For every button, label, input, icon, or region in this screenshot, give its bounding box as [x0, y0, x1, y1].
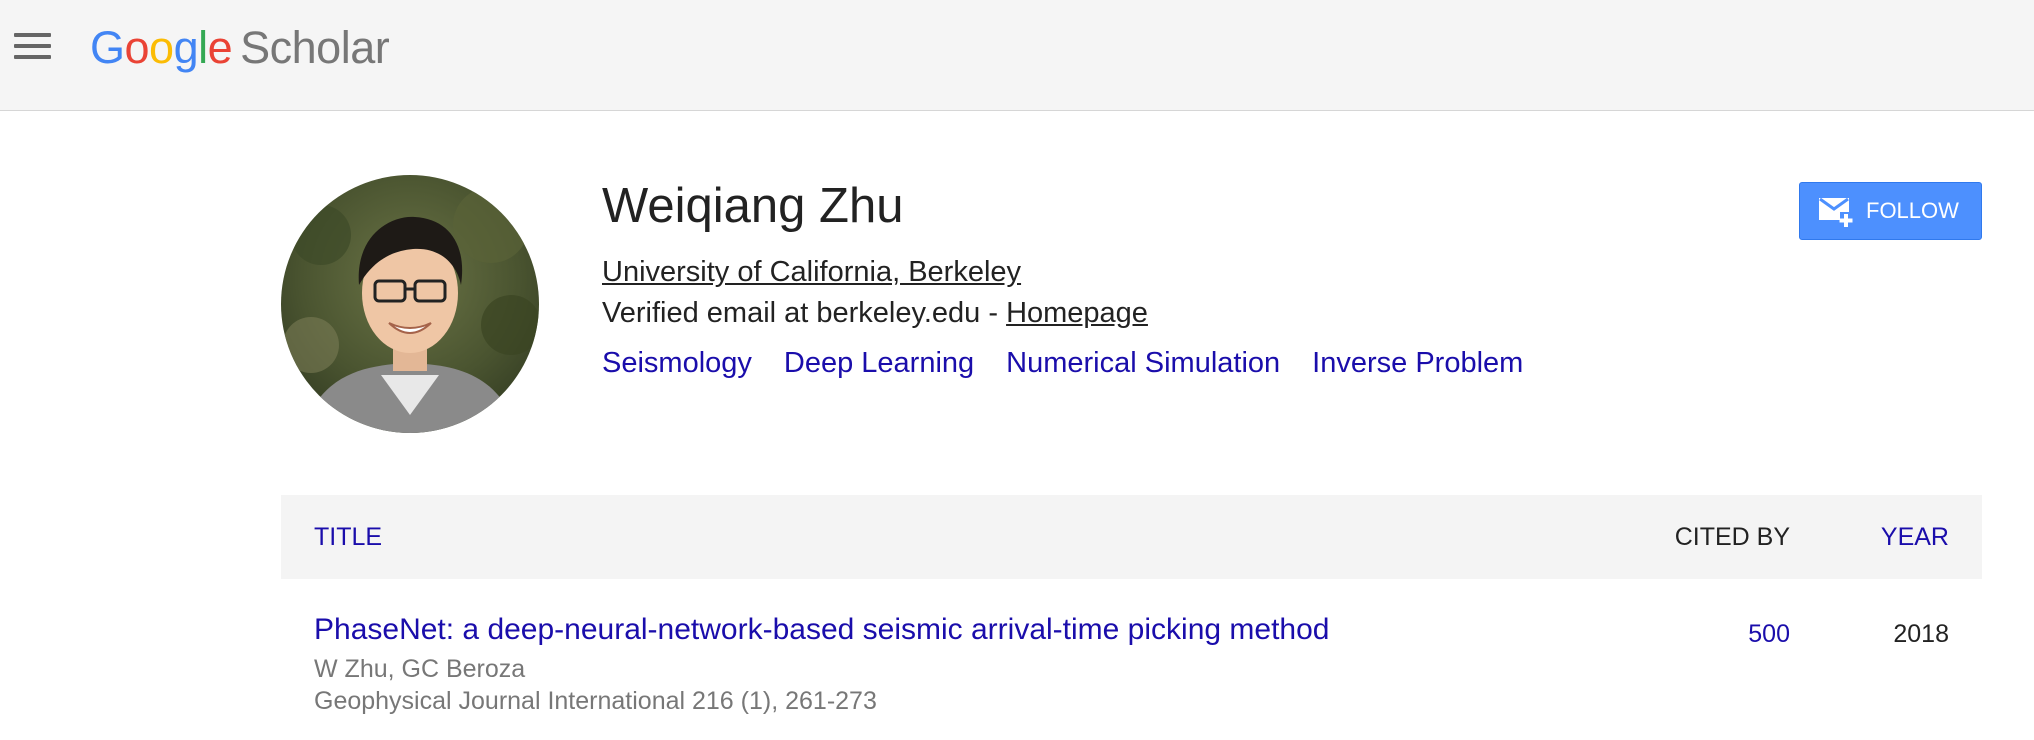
sort-by-title-header[interactable]: TITLE — [314, 495, 382, 579]
article-venue: Geophysical Journal International 216 (1… — [314, 687, 877, 715]
profile-name: Weiqiang Zhu — [602, 179, 904, 233]
logo-letter: o — [149, 22, 174, 73]
article-authors: W Zhu, GC Beroza — [314, 655, 526, 683]
logo-letter: e — [207, 22, 233, 73]
menu-line — [14, 33, 51, 37]
logo-scholar-text: Scholar — [240, 22, 390, 73]
interest-link-inverse-problem[interactable]: Inverse Problem — [1312, 345, 1523, 381]
interest-link-numerical-simulation[interactable]: Numerical Simulation — [1006, 345, 1280, 381]
table-row: PhaseNet: a deep-neural-network-based se… — [281, 604, 1982, 740]
profile-avatar — [281, 175, 539, 433]
email-plus-icon — [1819, 197, 1853, 227]
interest-link-seismology[interactable]: Seismology — [602, 345, 752, 381]
cited-by-header: CITED BY — [1674, 523, 1790, 551]
article-year: 2018 — [1893, 620, 1949, 648]
follow-button-label: FOLLOW — [1866, 198, 1959, 223]
articles-table-header: TITLE CITED BY YEAR — [281, 495, 1982, 579]
research-interests: Seismology Deep Learning Numerical Simul… — [602, 345, 1555, 381]
menu-line — [14, 55, 51, 59]
cited-by-count-link[interactable]: 500 — [1748, 618, 1790, 650]
verified-email-text: Verified email at berkeley.edu - — [602, 297, 1007, 329]
logo-letter: l — [198, 22, 208, 73]
interest-link-deep-learning[interactable]: Deep Learning — [784, 345, 974, 381]
logo-letter: g — [173, 22, 199, 73]
logo-letter: G — [90, 22, 125, 73]
verified-email-line: Verified email at berkeley.edu - Homepag… — [602, 295, 1148, 331]
follow-button[interactable]: FOLLOW — [1799, 182, 1982, 240]
affiliation-link[interactable]: University of California, Berkeley — [602, 254, 1021, 290]
sort-by-year-header[interactable]: YEAR — [1881, 495, 1949, 579]
homepage-link[interactable]: Homepage — [1006, 297, 1148, 329]
top-bar: Google Scholar — [0, 0, 2034, 111]
avatar-photo — [281, 175, 539, 433]
hamburger-menu-icon[interactable] — [12, 30, 54, 62]
logo-letter: o — [124, 22, 150, 73]
menu-line — [14, 44, 51, 48]
google-scholar-logo[interactable]: Google Scholar — [90, 18, 390, 78]
article-title-link[interactable]: PhaseNet: a deep-neural-network-based se… — [314, 612, 1329, 648]
